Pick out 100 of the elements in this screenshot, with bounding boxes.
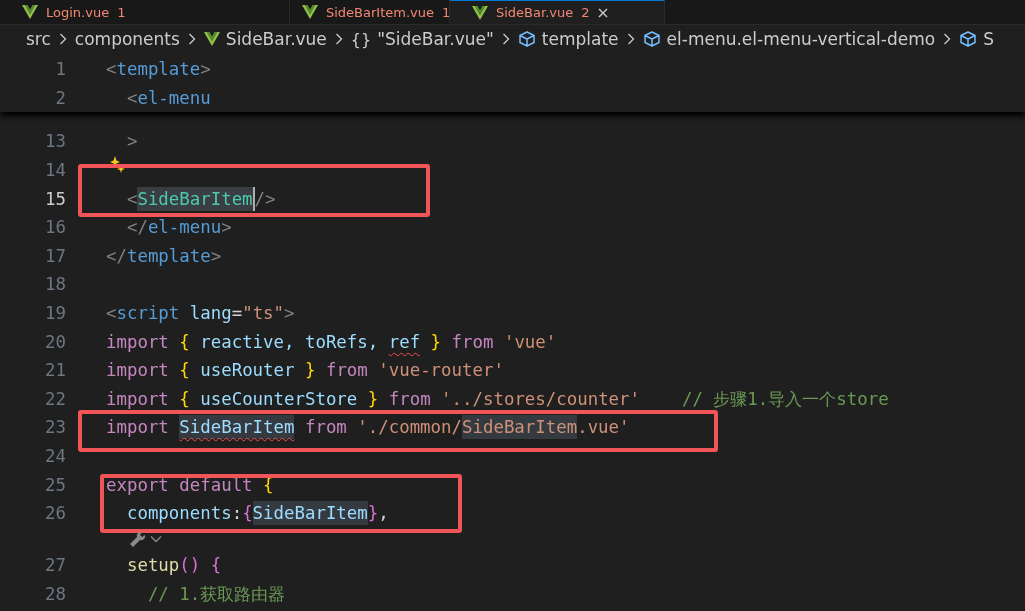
line-number: 2 [54, 87, 66, 108]
code-text: script [116, 302, 180, 326]
vue-icon [203, 32, 220, 46]
code-text: setup [125, 554, 180, 578]
code-text: > [221, 216, 232, 240]
code-text: // 步骤1.导入一个store [680, 387, 889, 411]
code-text: 'vue' [503, 330, 557, 354]
tab-label: SideBarItem.vue [326, 4, 434, 20]
code-text: useCounterStore [199, 387, 359, 411]
chevron-right-icon [501, 32, 510, 46]
code-text: : [231, 502, 243, 526]
breadcrumb-item[interactable]: components [74, 29, 180, 49]
line-number: 21 [44, 360, 66, 381]
line-number: 27 [44, 555, 66, 576]
code-text: < [125, 86, 138, 110]
code-text: from [324, 359, 369, 383]
code-text: { [242, 502, 253, 526]
code-text: </ [106, 244, 127, 268]
breadcrumb-item[interactable]: SideBar.vue [203, 29, 327, 49]
breadcrumb-item[interactable]: el-menu.el-menu-vertical-demo [642, 29, 936, 49]
line-number: 19 [44, 303, 66, 324]
code-text: < [106, 302, 117, 326]
code-text: > [284, 302, 295, 326]
chevron-right-icon [943, 32, 952, 46]
line-number: 26 [44, 503, 66, 524]
code-text: useRouter [199, 359, 296, 383]
code-text: components [125, 502, 232, 526]
line-number: 1 [54, 59, 66, 80]
code-text: el-menu [147, 216, 222, 240]
code-text: export default [106, 473, 254, 497]
braces-icon: {} [350, 29, 372, 49]
code-text: } [429, 330, 442, 354]
code-text: el-menu [137, 86, 211, 110]
code-text: template [116, 58, 201, 82]
problem-count: 1 [442, 4, 451, 20]
code-text: SideBarItem [462, 415, 578, 440]
code-text: import [106, 330, 170, 354]
code-text: from [450, 330, 495, 354]
chevron-right-icon [334, 32, 343, 46]
code-text: template [126, 244, 211, 268]
problem-count: 2 [581, 5, 590, 20]
line-number: 24 [44, 446, 66, 466]
vue-icon [472, 5, 488, 20]
breadcrumb-item[interactable]: {} "SideBar.vue" [350, 29, 494, 49]
code-text: < [125, 187, 138, 211]
editor-tab[interactable]: SideBar.vue 2 [450, 0, 665, 24]
problem-count: 1 [117, 4, 126, 20]
code-text: < [106, 58, 117, 82]
code-text: </ [125, 216, 148, 240]
code-text: 'vue-router' [378, 359, 504, 383]
code-text: () [179, 554, 201, 578]
wrench-icon [128, 531, 148, 548]
line-number: 20 [44, 331, 66, 352]
code-text: } [367, 502, 379, 526]
code-text: // 1.获取路由器 [146, 582, 286, 606]
cube-icon [642, 30, 661, 48]
code-text: '../stores/counter' [441, 387, 641, 411]
line-number: 23 [44, 417, 66, 438]
breadcrumb-item[interactable]: S [959, 29, 994, 49]
breadcrumb-item[interactable]: template [517, 29, 619, 49]
code-text: SideBarItem [137, 186, 253, 211]
line-number: 14 [44, 160, 66, 181]
cube-icon [959, 30, 978, 48]
chevron-right-icon [626, 32, 635, 46]
chevron-down-icon [150, 535, 162, 544]
code-text: reactive, toRefs, [199, 330, 380, 354]
code-text: lang [188, 302, 232, 326]
code-text: { [209, 554, 222, 578]
chevron-right-icon [187, 32, 196, 46]
code-text: import [106, 387, 170, 411]
line-number: 13 [44, 131, 66, 152]
code-text: import [106, 359, 170, 383]
close-icon [597, 7, 608, 18]
code-text: .vue' [577, 416, 630, 440]
code-text: > [210, 244, 222, 268]
code-text: { [179, 387, 190, 411]
chevron-right-icon [58, 32, 67, 46]
code-text: = [231, 302, 243, 326]
line-number: 25 [44, 474, 66, 495]
code-text: "ts" [242, 302, 285, 326]
line-number: 22 [44, 388, 66, 409]
line-number: 15 [44, 188, 66, 209]
code-text: from [387, 387, 432, 411]
code-text: import [106, 416, 170, 440]
breadcrumb-item[interactable]: src [26, 29, 51, 49]
line-number: 16 [44, 217, 66, 238]
code-text: , [378, 502, 389, 526]
cube-icon [517, 30, 536, 48]
code-text: } [304, 359, 316, 383]
tab-label: SideBar.vue [496, 5, 574, 20]
code-text: from [303, 416, 348, 440]
code-text: './common/ [357, 416, 462, 440]
tab-label: Login.vue [46, 4, 110, 20]
code-text: /> [254, 187, 276, 211]
code-text: { [179, 330, 190, 354]
line-number: 28 [44, 583, 66, 604]
line-number: 18 [44, 274, 66, 295]
code-text: > [200, 58, 211, 82]
vue-icon [302, 5, 318, 19]
vue-icon [22, 5, 38, 19]
